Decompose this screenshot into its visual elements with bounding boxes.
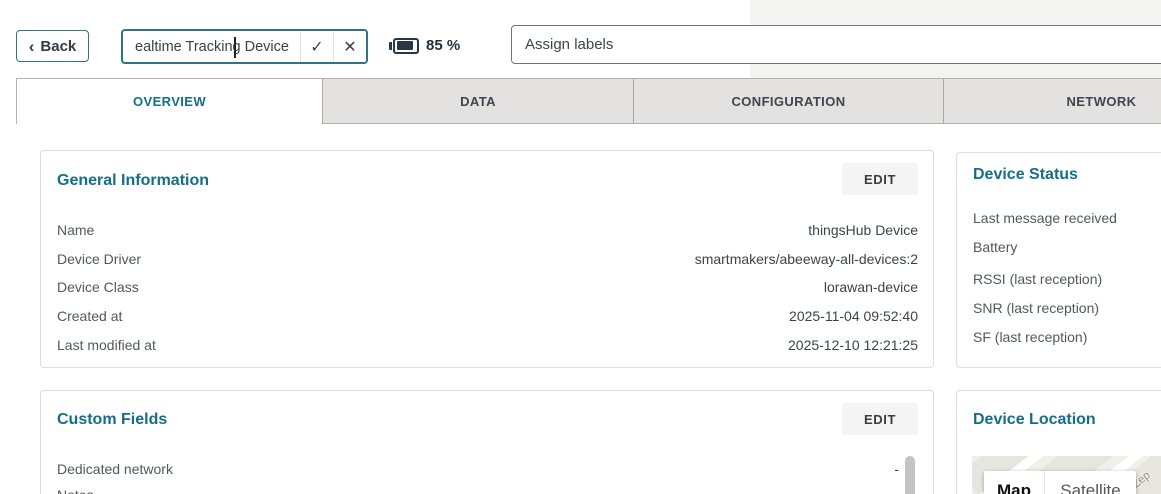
custom-fields-card: Custom Fields EDIT Dedicated network - N… bbox=[40, 390, 934, 494]
field-label: Device Driver bbox=[57, 251, 141, 267]
battery-icon bbox=[389, 38, 419, 54]
card-title: Device Location bbox=[973, 411, 1096, 429]
field-label: Name bbox=[57, 222, 94, 238]
map-view-button[interactable]: Map bbox=[984, 471, 1044, 494]
field-label: Created at bbox=[57, 308, 122, 324]
field-label: Notes bbox=[57, 487, 94, 494]
check-icon: ✓ bbox=[310, 37, 323, 57]
edit-general-info-button[interactable]: EDIT bbox=[842, 163, 918, 195]
device-name-input[interactable]: ealtime Tracking Device bbox=[123, 31, 300, 62]
status-label: SNR (last reception) bbox=[973, 300, 1099, 316]
cancel-rename-button[interactable]: ✕ bbox=[333, 31, 366, 62]
field-label: Device Class bbox=[57, 279, 139, 295]
tab-configuration[interactable]: CONFIGURATION bbox=[634, 78, 944, 124]
field-label: Dedicated network bbox=[57, 461, 173, 477]
close-icon: ✕ bbox=[343, 37, 356, 57]
assign-labels-input[interactable] bbox=[511, 25, 1161, 64]
card-title: Device Status bbox=[973, 166, 1078, 184]
device-name-edit-group: ealtime Tracking Device ✓ ✕ bbox=[121, 29, 368, 64]
confirm-rename-button[interactable]: ✓ bbox=[300, 31, 333, 62]
field-label: Last modified at bbox=[57, 337, 156, 353]
back-button[interactable]: ‹ Back bbox=[16, 30, 89, 62]
battery-status: 85 % bbox=[389, 37, 460, 54]
battery-percent-label: 85 % bbox=[426, 37, 460, 54]
device-location-card: Device Location Zep Map Satellite bbox=[956, 390, 1161, 494]
status-label: SF (last reception) bbox=[973, 329, 1087, 345]
text-caret bbox=[234, 37, 236, 58]
status-label: Last message received bbox=[973, 210, 1117, 226]
tab-data[interactable]: DATA bbox=[323, 78, 634, 124]
back-chevron-icon: ‹ bbox=[29, 38, 35, 55]
tab-network[interactable]: NETWORK bbox=[944, 78, 1161, 124]
field-value: smartmakers/abeeway-all-devices:2 bbox=[695, 251, 918, 267]
edit-custom-fields-button[interactable]: EDIT bbox=[842, 403, 918, 435]
status-label: Battery bbox=[973, 239, 1017, 255]
satellite-view-button[interactable]: Satellite bbox=[1044, 471, 1136, 494]
field-value: - bbox=[894, 461, 899, 477]
field-value: lorawan-device bbox=[824, 279, 918, 295]
card-title: Custom Fields bbox=[57, 411, 167, 429]
card-title: General Information bbox=[57, 172, 209, 190]
device-detail-page: ‹ Back ealtime Tracking Device ✓ ✕ 85 % … bbox=[0, 0, 1161, 494]
tab-bar: OVERVIEW DATA CONFIGURATION NETWORK bbox=[16, 78, 1161, 124]
scrollbar-thumb[interactable] bbox=[905, 456, 915, 494]
field-value: 2025-11-04 09:52:40 bbox=[789, 308, 918, 324]
field-value: thingsHub Device bbox=[808, 222, 918, 238]
map-type-control: Map Satellite bbox=[984, 471, 1136, 494]
field-value: 2025-12-10 12:21:25 bbox=[788, 337, 918, 353]
back-button-label: Back bbox=[40, 38, 76, 55]
map-canvas[interactable]: Zep Map Satellite bbox=[972, 456, 1161, 494]
general-information-card: General Information EDIT Name thingsHub … bbox=[40, 150, 934, 368]
device-status-card: Device Status Last message received Batt… bbox=[956, 152, 1161, 368]
status-label: RSSI (last reception) bbox=[973, 271, 1102, 287]
tab-overview[interactable]: OVERVIEW bbox=[16, 78, 323, 124]
